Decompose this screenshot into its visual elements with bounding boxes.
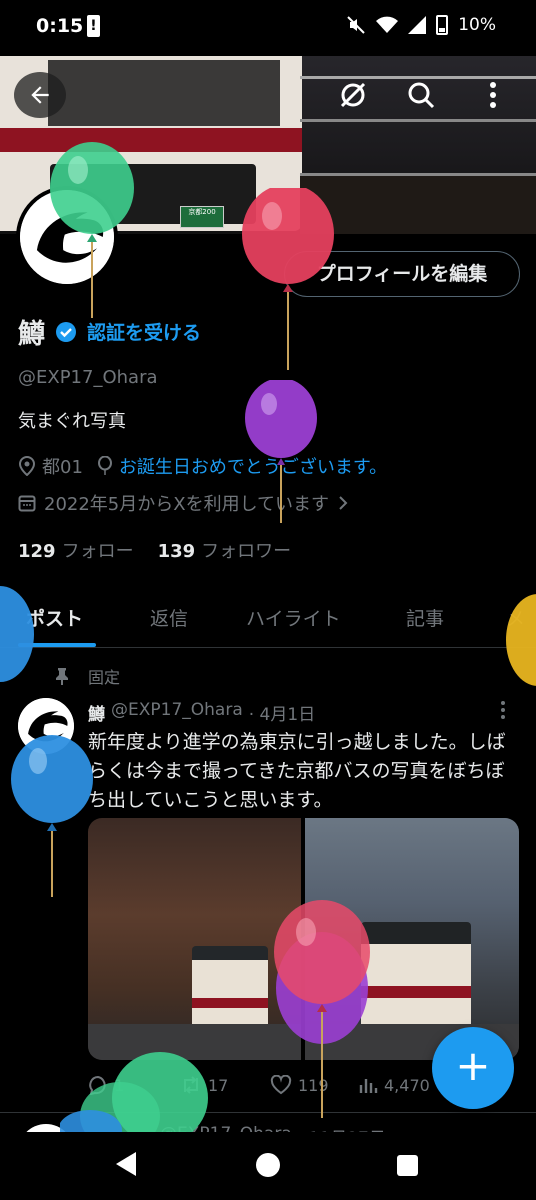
profile-meta-row: 都01 お誕生日おめでとうございます。 bbox=[18, 453, 387, 479]
tab-replies[interactable]: 返信 bbox=[150, 604, 188, 631]
view-count: 4,470 bbox=[384, 1075, 430, 1095]
pin-icon bbox=[56, 668, 68, 685]
followers-label: フォロワー bbox=[201, 541, 292, 562]
nav-recents-button[interactable] bbox=[397, 1155, 418, 1176]
grok-button[interactable] bbox=[330, 72, 376, 118]
verified-badge-icon bbox=[56, 321, 76, 342]
balloon-purple bbox=[245, 380, 317, 523]
wifi-icon bbox=[376, 16, 399, 33]
profile-tabs: ポスト 返信 ハイライト 記事 メ bbox=[0, 590, 536, 648]
battery-icon bbox=[436, 15, 449, 35]
chevron-right-icon bbox=[339, 496, 348, 510]
nav-back-button[interactable] bbox=[116, 1152, 136, 1176]
balloon-icon bbox=[97, 456, 112, 475]
search-button[interactable] bbox=[398, 72, 444, 118]
balloon-green-bottom bbox=[60, 1052, 208, 1132]
following-stat[interactable]: 129 フォロー bbox=[18, 537, 134, 563]
profile-name: 鱒 bbox=[18, 319, 45, 350]
balloon-red bbox=[242, 188, 334, 370]
more-options-button[interactable] bbox=[470, 72, 516, 118]
tweet-more-button[interactable] bbox=[500, 700, 506, 725]
profile-location: 都01 bbox=[42, 457, 83, 478]
alert-icon: ! bbox=[87, 15, 100, 37]
back-arrow-icon bbox=[31, 86, 49, 104]
bus-in-city-image bbox=[361, 922, 471, 1038]
followers-count: 139 bbox=[157, 541, 196, 562]
status-time: 0:15 bbox=[36, 15, 84, 37]
tab-highlights[interactable]: ハイライト bbox=[246, 604, 341, 631]
nav-home-button[interactable] bbox=[256, 1153, 280, 1177]
calendar-icon bbox=[18, 495, 36, 512]
tweet-date[interactable]: · 4月1日 bbox=[249, 700, 315, 725]
battery-percent: 10% bbox=[458, 15, 496, 35]
pinned-indicator: 固定 bbox=[54, 664, 120, 688]
location-icon bbox=[18, 456, 36, 476]
mute-icon bbox=[347, 16, 365, 34]
status-bar: 0:15 ! 10% bbox=[0, 0, 536, 56]
profile-handle: @EXP17_Ohara bbox=[18, 367, 158, 388]
signal-icon bbox=[408, 16, 427, 34]
following-label: フォロー bbox=[61, 541, 134, 562]
profile-bio: 気まぐれ写真 bbox=[18, 411, 126, 432]
balloon-blue bbox=[11, 735, 93, 897]
balloon-green bbox=[50, 142, 134, 318]
tweet-text: 新年度より進学の為東京に引っ越しました。しばらくは今まで撮ってきた京都バスの写真… bbox=[88, 731, 506, 811]
follow-stats: 129 フォロー 139 フォロワー bbox=[18, 537, 291, 563]
balloon-blue-left bbox=[0, 586, 34, 682]
tweet-author-handle[interactable]: @EXP17_Ohara bbox=[111, 700, 243, 725]
pinned-label: 固定 bbox=[88, 668, 121, 687]
more-vertical-icon bbox=[501, 701, 505, 719]
get-verified-link[interactable]: 認証を受ける bbox=[87, 318, 201, 345]
tweet-header: 鱒 @EXP17_Ohara · 4月1日 bbox=[88, 700, 315, 725]
tab-articles[interactable]: 記事 bbox=[406, 604, 444, 631]
search-icon bbox=[408, 82, 435, 109]
balloon-yellow-right bbox=[506, 594, 536, 686]
balloon-pink bbox=[274, 900, 370, 1118]
followers-stat[interactable]: 139 フォロワー bbox=[158, 537, 292, 563]
more-vertical-icon bbox=[490, 82, 496, 108]
back-button[interactable] bbox=[14, 72, 66, 118]
tweet-author-name[interactable]: 鱒 bbox=[88, 700, 105, 725]
license-plate: 京都200 bbox=[180, 206, 224, 228]
tweet-photo-1[interactable] bbox=[88, 818, 301, 1060]
compose-button[interactable]: + bbox=[432, 1027, 514, 1109]
grok-icon bbox=[340, 82, 366, 108]
following-count: 129 bbox=[18, 541, 56, 562]
